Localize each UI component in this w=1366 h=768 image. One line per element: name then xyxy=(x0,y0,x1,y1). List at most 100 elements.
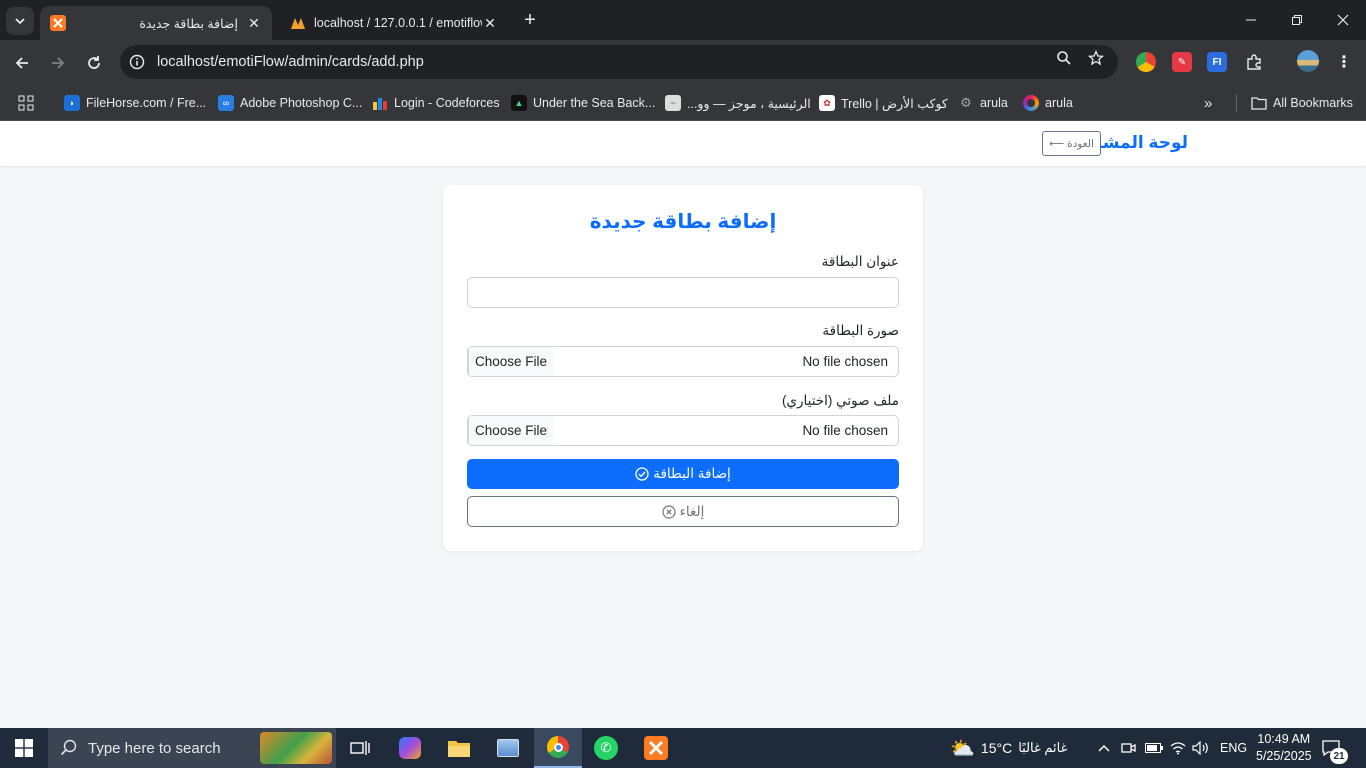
card-title-label: عنوان البطاقة xyxy=(821,254,899,269)
reload-icon xyxy=(88,56,100,69)
choose-audio-button[interactable]: Choose File xyxy=(468,416,553,445)
weather-temp: 15°C xyxy=(980,740,1013,756)
language-indicator[interactable]: ENG xyxy=(1220,728,1247,768)
phpmyadmin-icon xyxy=(290,15,306,31)
tab-title: localhost / 127.0.0.1 / emotiflow xyxy=(314,16,482,30)
bookmark-arula-2[interactable]: arula xyxy=(1023,93,1073,113)
chrome-icon xyxy=(547,736,569,758)
search-placeholder: Type here to search xyxy=(88,739,221,757)
check-circle-icon xyxy=(635,467,649,481)
windows-taskbar: Type here to search ✆ ⛅ 15°C غائم غالبًا xyxy=(0,728,1366,768)
tab-phpmyadmin[interactable]: localhost / 127.0.0.1 / emotiflow ✕ xyxy=(280,6,508,40)
audio-file-input[interactable]: Choose File No file chosen xyxy=(467,415,899,446)
site-info-icon[interactable] xyxy=(120,54,154,70)
arrow-left-icon xyxy=(15,57,28,69)
image-file-status: No file chosen xyxy=(802,354,888,369)
bookmark-under-the-sea[interactable]: ▲ Under the Sea Back... xyxy=(511,93,655,113)
choose-image-button[interactable]: Choose File xyxy=(468,347,553,376)
tab-add-card[interactable]: إضافة بطاقة جديدة ✕ xyxy=(40,6,272,40)
restore-button[interactable] xyxy=(1274,0,1320,40)
sea-icon: ▲ xyxy=(511,95,527,111)
extensions-puzzle-icon[interactable] xyxy=(1244,52,1264,72)
copilot-button[interactable] xyxy=(386,728,434,768)
control-panel-button[interactable] xyxy=(484,728,532,768)
apps-grid-icon[interactable] xyxy=(18,93,34,113)
extension-colorful-icon[interactable] xyxy=(1136,52,1156,72)
more-bookmarks-chevron-icon[interactable]: » xyxy=(1204,93,1212,113)
bookmark-arula-1[interactable]: ⚙ arula xyxy=(958,93,1008,113)
bookmark-label: arula xyxy=(980,96,1008,110)
taskbar-search[interactable]: Type here to search xyxy=(48,728,336,768)
cancel-button[interactable]: إلغاء xyxy=(467,496,899,527)
minimize-button[interactable] xyxy=(1228,0,1274,40)
tab-search-button[interactable] xyxy=(6,7,34,35)
forward-button[interactable] xyxy=(44,49,72,77)
close-tab-icon[interactable]: ✕ xyxy=(482,15,498,31)
chart-page-icon: ~ xyxy=(665,95,681,111)
card-title-input[interactable] xyxy=(467,277,899,308)
meet-now-icon[interactable] xyxy=(1121,728,1137,768)
cloud-sun-icon: ⛅ xyxy=(950,737,975,760)
folder-icon xyxy=(1251,97,1267,110)
back-button-label: العودة xyxy=(1067,137,1094,150)
notification-center[interactable]: 21 xyxy=(1322,728,1348,768)
wifi-icon[interactable] xyxy=(1170,728,1186,768)
card-image-file-input[interactable]: Choose File No file chosen xyxy=(467,346,899,377)
bookmark-label: الرئيسية ، موجز — وو... xyxy=(687,96,811,111)
divider xyxy=(1236,94,1237,112)
zoom-search-icon[interactable] xyxy=(1054,48,1074,68)
notification-count: 21 xyxy=(1330,748,1348,764)
filehorse-icon: ◗ xyxy=(64,95,80,111)
tab-title: إضافة بطاقة جديدة xyxy=(139,16,238,31)
bookmark-label: Adobe Photoshop C... xyxy=(240,96,363,110)
all-bookmarks[interactable]: All Bookmarks xyxy=(1236,93,1353,113)
weather-widget[interactable]: ⛅ 15°C غائم غالبًا xyxy=(950,728,1067,768)
x-circle-icon xyxy=(661,504,676,519)
xampp-icon xyxy=(50,15,66,31)
monitor-icon xyxy=(497,739,519,757)
bookmark-trello[interactable]: ✿ Trello | كوكب الأرض xyxy=(819,93,948,113)
arrow-left-icon: ⟵ xyxy=(1049,137,1065,150)
bookmark-codeforces[interactable]: Login - Codeforces xyxy=(372,93,500,113)
battery-icon[interactable] xyxy=(1145,728,1163,768)
url-text: localhost/emotiFlow/admin/cards/add.php xyxy=(157,54,424,70)
clock-time: 10:49 AM xyxy=(1257,732,1311,746)
card-image-label: صورة البطاقة xyxy=(822,323,899,338)
extension-fi-icon[interactable]: FI xyxy=(1207,52,1227,72)
gear-icon: ⚙ xyxy=(960,95,972,110)
copilot-icon xyxy=(399,737,421,759)
close-tab-icon[interactable]: ✕ xyxy=(246,15,262,31)
task-view-button[interactable] xyxy=(336,728,384,768)
new-tab-button[interactable]: + xyxy=(518,8,542,32)
address-bar[interactable]: localhost/emotiFlow/admin/cards/add.php xyxy=(120,45,1118,79)
bookmark-filehorse[interactable]: ◗ FileHorse.com / Fre... xyxy=(64,93,206,113)
xampp-button[interactable] xyxy=(632,728,680,768)
start-button[interactable] xyxy=(0,728,48,768)
submit-button-label: إضافة البطاقة xyxy=(653,466,731,481)
bookmarks-bar: ◗ FileHorse.com / Fre... ∞ Adobe Photosh… xyxy=(0,85,1366,121)
browser-toolbar: localhost/emotiFlow/admin/cards/add.php … xyxy=(0,40,1366,85)
tray-chevron-up-icon[interactable] xyxy=(1097,728,1111,768)
tab-strip: إضافة بطاقة جديدة ✕ localhost / 127.0.0.… xyxy=(0,0,1366,40)
volume-icon[interactable] xyxy=(1192,728,1210,768)
clock[interactable]: 10:49 AM 5/25/2025 xyxy=(1256,728,1312,768)
submit-add-card-button[interactable]: إضافة البطاقة xyxy=(467,459,899,489)
extension-red-icon[interactable]: ✎ xyxy=(1172,52,1192,72)
bookmark-arabic-feed[interactable]: ~ الرئيسية ، موجز — وو... xyxy=(665,93,811,113)
task-view-icon xyxy=(350,741,370,755)
ring-icon xyxy=(1023,95,1039,111)
back-button[interactable] xyxy=(8,49,36,77)
weather-description: غائم غالبًا xyxy=(1018,740,1068,755)
menu-kebab-icon[interactable]: ⋮ xyxy=(1334,52,1354,72)
close-window-button[interactable] xyxy=(1320,0,1366,40)
reload-button[interactable] xyxy=(80,49,108,77)
profile-avatar[interactable] xyxy=(1297,50,1319,72)
windows-logo-icon xyxy=(15,739,33,757)
search-highlight-image xyxy=(260,732,332,764)
chrome-taskbar-button[interactable] xyxy=(534,728,582,768)
file-explorer-button[interactable] xyxy=(435,728,483,768)
bookmark-photoshop[interactable]: ∞ Adobe Photoshop C... xyxy=(218,93,362,113)
bookmark-star-icon[interactable] xyxy=(1086,48,1106,68)
whatsapp-button[interactable]: ✆ xyxy=(582,728,630,768)
back-nav-button[interactable]: العودة ⟵ xyxy=(1042,131,1101,156)
